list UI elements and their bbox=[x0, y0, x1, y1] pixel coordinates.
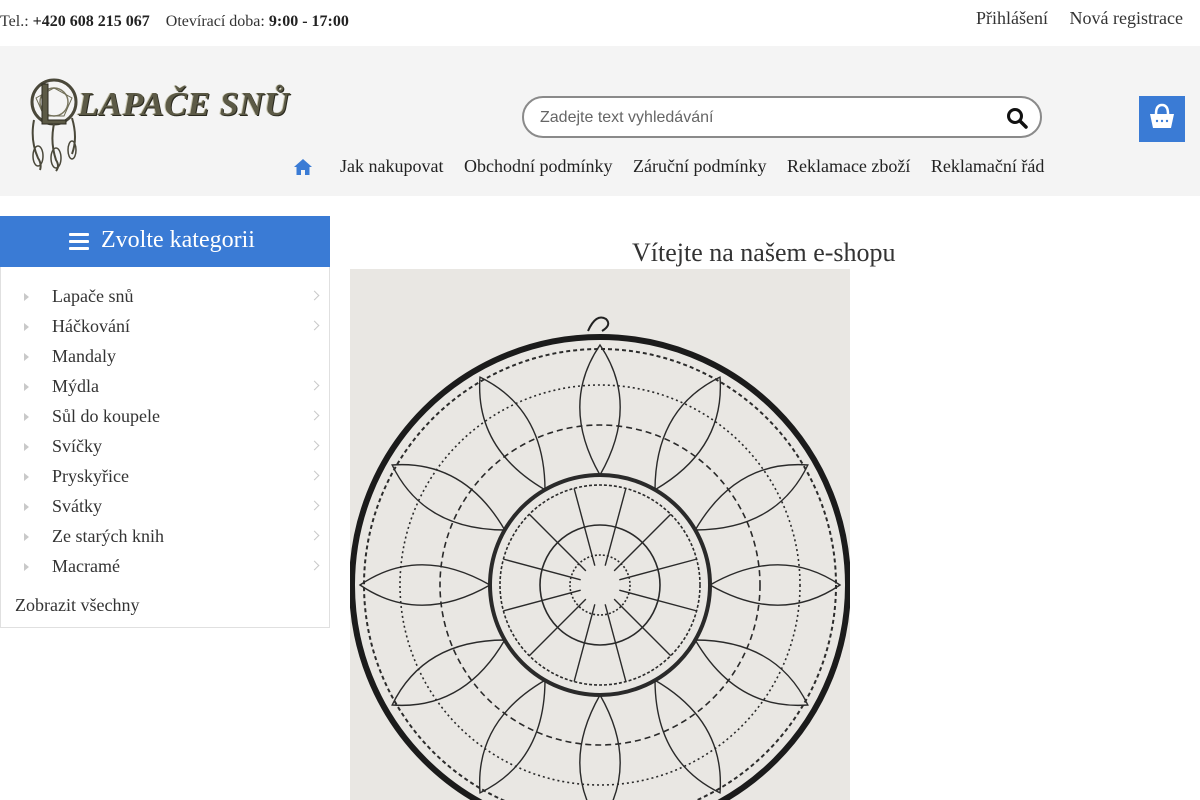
caret-right-icon bbox=[24, 533, 29, 541]
chevron-right-icon[interactable] bbox=[309, 410, 320, 421]
category-label: Háčkování bbox=[52, 316, 130, 336]
chevron-right-icon[interactable] bbox=[309, 380, 320, 391]
opening-hours: 9:00 - 17:00 bbox=[268, 13, 349, 30]
home-icon bbox=[294, 159, 312, 175]
home-link[interactable] bbox=[293, 158, 313, 176]
chevron-right-icon[interactable] bbox=[309, 530, 320, 541]
search-box bbox=[522, 96, 1042, 138]
nav-complaints[interactable]: Reklamace zboží bbox=[787, 156, 910, 176]
category-label: Svíčky bbox=[52, 436, 103, 456]
chevron-right-icon[interactable] bbox=[309, 440, 320, 451]
hero-image[interactable] bbox=[350, 269, 850, 800]
category-list: Lapače snů Háčkování Mandaly Mýdla Sůl do ko… bbox=[1, 282, 329, 582]
chevron-right-icon[interactable] bbox=[309, 500, 320, 511]
caret-right-icon bbox=[24, 473, 29, 481]
search-button[interactable] bbox=[1006, 107, 1028, 129]
category-menu-toggle[interactable]: Zvolte kategorii bbox=[0, 216, 330, 267]
dreamcatcher-logo-icon bbox=[30, 78, 78, 172]
chevron-right-icon[interactable] bbox=[309, 470, 320, 481]
login-link[interactable]: Přihlášení bbox=[976, 8, 1048, 28]
caret-right-icon bbox=[24, 413, 29, 421]
category-label: Sůl do koupele bbox=[52, 406, 160, 426]
category-label: Mýdla bbox=[52, 376, 99, 396]
category-item[interactable]: Háčkování bbox=[1, 312, 329, 342]
category-item[interactable]: Mýdla bbox=[1, 372, 329, 402]
caret-right-icon bbox=[24, 503, 29, 511]
category-item[interactable]: Sůl do koupele bbox=[1, 402, 329, 432]
register-link[interactable]: Nová registrace bbox=[1070, 8, 1183, 28]
category-item[interactable]: Pryskyřice bbox=[1, 462, 329, 492]
category-item[interactable]: Svátky bbox=[1, 492, 329, 522]
contact-info: Tel.: +420 608 215 067 Otevírací doba: 9… bbox=[0, 13, 349, 31]
caret-right-icon bbox=[24, 353, 29, 361]
category-label: Pryskyřice bbox=[52, 466, 129, 486]
crochet-dreamcatcher-image bbox=[350, 269, 850, 800]
chevron-right-icon[interactable] bbox=[309, 560, 320, 571]
caret-right-icon bbox=[24, 443, 29, 451]
category-label: Ze starých knih bbox=[52, 526, 164, 546]
caret-right-icon bbox=[24, 323, 29, 331]
nav-terms[interactable]: Obchodní podmínky bbox=[464, 156, 613, 176]
search-input[interactable] bbox=[538, 98, 1002, 138]
site-logo[interactable]: LAPAČE SNŮ bbox=[26, 76, 289, 172]
category-label: Mandaly bbox=[52, 346, 116, 366]
caret-right-icon bbox=[24, 383, 29, 391]
chevron-right-icon[interactable] bbox=[309, 290, 320, 301]
chevron-right-icon[interactable] bbox=[309, 320, 320, 331]
account-links: Přihlášení Nová registrace bbox=[959, 8, 1183, 29]
category-label: Svátky bbox=[52, 496, 103, 516]
welcome-heading: Vítejte na našem e-shopu bbox=[632, 238, 896, 267]
category-item[interactable]: Ze starých knih bbox=[1, 522, 329, 552]
category-item[interactable]: Mandaly bbox=[1, 342, 329, 372]
shopping-basket-icon bbox=[1150, 103, 1174, 128]
hamburger-icon bbox=[69, 233, 89, 250]
hours-label: Otevírací doba: bbox=[165, 13, 265, 30]
category-item[interactable]: Lapače snů bbox=[1, 282, 329, 312]
logo-text: LAPAČE SNŮ bbox=[78, 86, 290, 123]
phone-number[interactable]: +420 608 215 067 bbox=[33, 13, 150, 30]
cart-button[interactable] bbox=[1139, 96, 1185, 142]
category-label: Macramé bbox=[52, 556, 120, 576]
show-all-link[interactable]: Zobrazit všechny bbox=[15, 595, 139, 616]
phone-label: Tel.: bbox=[0, 13, 29, 30]
category-item[interactable]: Macramé bbox=[1, 552, 329, 582]
category-heading: Zvolte kategorii bbox=[101, 227, 255, 253]
nav-complaint-rules[interactable]: Reklamační řád bbox=[931, 156, 1044, 176]
nav-how-to-buy[interactable]: Jak nakupovat bbox=[340, 156, 443, 176]
caret-right-icon bbox=[24, 293, 29, 301]
category-label: Lapače snů bbox=[52, 286, 134, 306]
category-panel: Lapače snů Háčkování Mandaly Mýdla Sůl do ko… bbox=[0, 267, 330, 628]
nav-warranty[interactable]: Záruční podmínky bbox=[633, 156, 766, 176]
header: LAPAČE SNŮ Jak nakupovat Obchodní pod bbox=[0, 46, 1200, 196]
caret-right-icon bbox=[24, 563, 29, 571]
top-bar: Tel.: +420 608 215 067 Otevírací doba: 9… bbox=[0, 0, 1200, 46]
category-item[interactable]: Svíčky bbox=[1, 432, 329, 462]
search-icon bbox=[1007, 108, 1028, 129]
